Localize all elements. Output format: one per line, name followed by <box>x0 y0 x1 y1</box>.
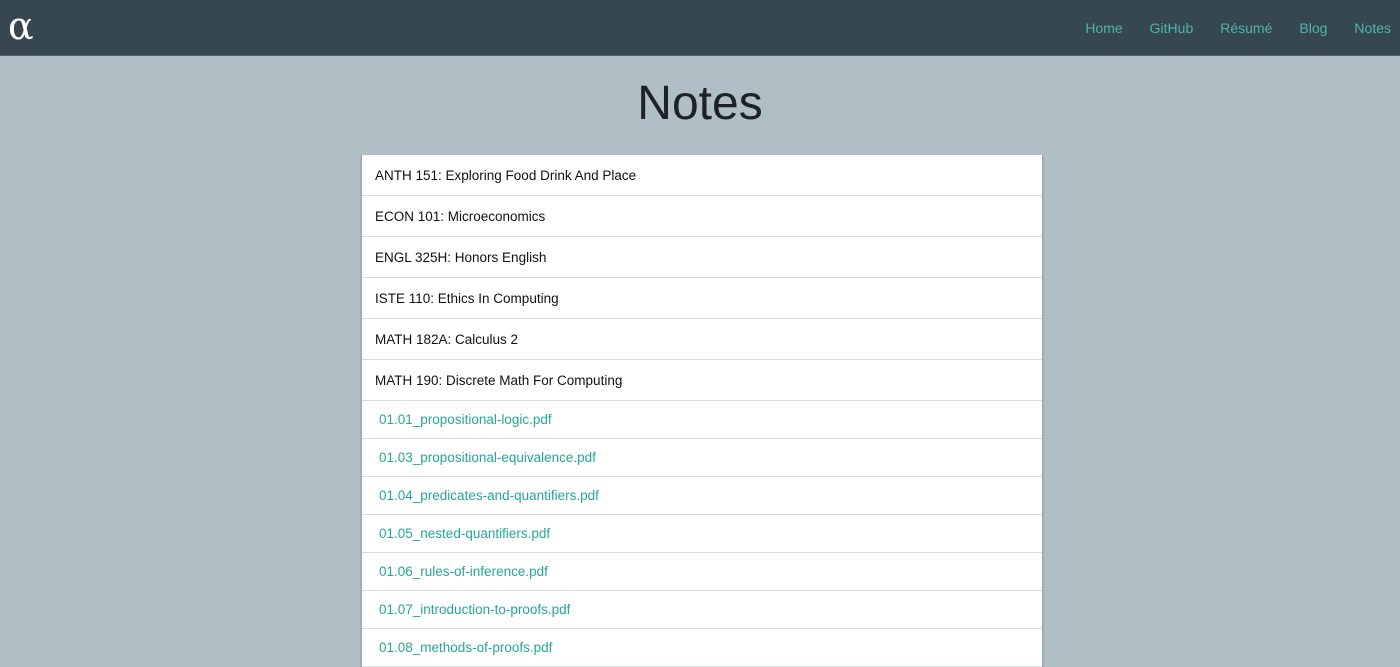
course-item[interactable]: ENGL 325H: Honors English <box>362 237 1042 278</box>
nav-menu: Home GitHub Résumé Blog Notes <box>1085 0 1400 55</box>
notes-list: ANTH 151: Exploring Food Drink And Place… <box>361 155 1043 667</box>
nav-resume-link[interactable]: Résumé <box>1220 20 1272 36</box>
course-item[interactable]: ISTE 110: Ethics In Computing <box>362 278 1042 319</box>
page-title: Notes <box>637 77 763 130</box>
pdf-file-link[interactable]: 01.03_propositional-equivalence.pdf <box>362 439 1042 477</box>
top-navbar: α Home GitHub Résumé Blog Notes <box>0 0 1400 56</box>
pdf-file-link[interactable]: 01.06_rules-of-inference.pdf <box>362 553 1042 591</box>
site-logo[interactable]: α <box>8 4 34 48</box>
nav-github-link[interactable]: GitHub <box>1150 20 1194 36</box>
pdf-file-link[interactable]: 01.08_methods-of-proofs.pdf <box>362 629 1042 667</box>
course-item[interactable]: MATH 182A: Calculus 2 <box>362 319 1042 360</box>
course-item[interactable]: ANTH 151: Exploring Food Drink And Place <box>362 155 1042 196</box>
pdf-file-link[interactable]: 01.07_introduction-to-proofs.pdf <box>362 591 1042 629</box>
pdf-file-link[interactable]: 01.01_propositional-logic.pdf <box>362 401 1042 439</box>
nav-home-link[interactable]: Home <box>1085 20 1122 36</box>
nav-notes-link[interactable]: Notes <box>1354 20 1391 36</box>
pdf-file-link[interactable]: 01.04_predicates-and-quantifiers.pdf <box>362 477 1042 515</box>
pdf-file-link[interactable]: 01.05_nested-quantifiers.pdf <box>362 515 1042 553</box>
course-item[interactable]: ECON 101: Microeconomics <box>362 196 1042 237</box>
nav-blog-link[interactable]: Blog <box>1299 20 1327 36</box>
course-item[interactable]: MATH 190: Discrete Math For Computing <box>362 360 1042 401</box>
